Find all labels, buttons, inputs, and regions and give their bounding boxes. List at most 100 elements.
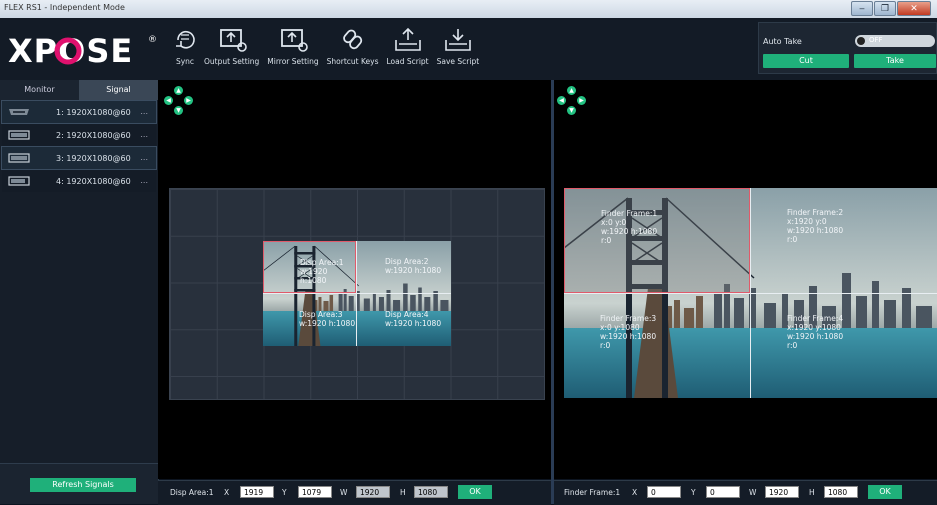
finder-frame-view[interactable]: ▲ ◀ ▶ ▼ Finder Frame:1 x:0 y:0 w:1920 h:…: [554, 80, 937, 479]
save-script-button[interactable]: Save Script: [433, 24, 484, 66]
shortcut-keys-label: Shortcut Keys: [326, 57, 379, 66]
tab-monitor[interactable]: Monitor: [0, 80, 79, 100]
w-label: W: [340, 488, 348, 497]
registered-mark: ®: [148, 35, 157, 45]
cut-button[interactable]: Cut: [763, 54, 849, 68]
disp-area-editor: Disp Area:1 X 1919 Y 1079 W 1920 H 1080 …: [158, 480, 551, 505]
save-script-label: Save Script: [436, 57, 480, 66]
finder-x-input[interactable]: 0: [647, 486, 681, 498]
minimize-button[interactable]: ‒: [851, 1, 873, 16]
take-button[interactable]: Take: [854, 54, 936, 68]
signal-more-button[interactable]: ...: [140, 153, 148, 162]
finder-h-input[interactable]: 1080: [824, 486, 858, 498]
mirror-setting-label: Mirror Setting: [267, 57, 319, 66]
link-icon: [342, 29, 362, 50]
finder-frame-cell[interactable]: Finder Frame:2 x:1920 y:0 w:1920 h:1080 …: [751, 188, 937, 293]
cell-divider: [564, 293, 937, 294]
toggle-knob: [857, 37, 865, 45]
signal-label: 1: 1920X1080@60: [56, 108, 131, 117]
arrow-right-icon[interactable]: ▶: [184, 96, 193, 105]
tab-signal[interactable]: Signal: [79, 80, 158, 100]
disp-area-label: Disp Area:1: [170, 488, 214, 497]
disp-area-cell[interactable]: Disp Area:4 w:1920 h:1080: [357, 294, 450, 346]
mirror-setting-icon: [281, 29, 308, 52]
xpose-logo: XPOSE ®: [8, 30, 158, 70]
disp-x-input[interactable]: 1919: [240, 486, 274, 498]
disp-area-cell[interactable]: Disp Area:3 w:1920 h:1080: [263, 294, 356, 346]
arrow-up-icon[interactable]: ▲: [174, 86, 183, 95]
finder-frame-title: Finder Frame:3: [600, 314, 657, 323]
disp-area-title: Disp Area:2: [385, 257, 429, 266]
signal-row[interactable]: 3: 1920X1080@60 ...: [1, 146, 157, 170]
finder-frame-cell[interactable]: Finder Frame:3 x:0 y:1080 w:1920 h:1080 …: [564, 294, 750, 399]
cell-divider: [263, 293, 451, 294]
close-button[interactable]: ✕: [897, 1, 931, 16]
y-label: Y: [282, 488, 287, 497]
signal-more-button[interactable]: ...: [140, 107, 148, 116]
auto-take-label: Auto Take: [763, 37, 802, 46]
finder-frame-title: Finder Frame:2: [787, 208, 844, 217]
finder-y-input[interactable]: 0: [706, 486, 740, 498]
output-setting-button[interactable]: Output Setting: [200, 24, 263, 66]
y-label: Y: [691, 488, 696, 497]
finder-frame-cell[interactable]: Finder Frame:4 x:1920 y:1080 w:1920 h:10…: [751, 294, 937, 399]
disp-area-size: w:1920 h:1080: [299, 319, 356, 328]
finder-frame-rotation: r:0: [601, 236, 612, 245]
arrow-left-icon[interactable]: ◀: [557, 96, 566, 105]
arrow-right-icon[interactable]: ▶: [577, 96, 586, 105]
signal-panel: Monitor Signal 1: 1920X1080@60 ... 2: 19…: [0, 80, 159, 504]
hdmi-icon: [9, 109, 29, 115]
displayport-icon: [8, 153, 30, 163]
shortcut-keys-button[interactable]: Shortcut Keys: [323, 24, 383, 66]
disp-ok-button[interactable]: OK: [458, 485, 492, 499]
signal-row[interactable]: 4: 1920X1080@60 ...: [2, 170, 156, 192]
disp-area-title: Disp Area:3: [299, 310, 343, 319]
disp-area-cell[interactable]: Disp Area:1 w:1920 h:1080: [263, 241, 356, 293]
refresh-signals-button[interactable]: Refresh Signals: [30, 478, 136, 492]
finder-frame-size: w:1920 h:1080: [787, 226, 844, 235]
pan-control[interactable]: ▲ ◀ ▶ ▼: [164, 86, 194, 116]
disp-area-title: Disp Area:1: [300, 258, 344, 267]
finder-frame-title: Finder Frame:4: [787, 314, 844, 323]
load-script-button[interactable]: Load Script: [382, 24, 432, 66]
disp-area-title: Disp Area:4: [385, 310, 429, 319]
save-script-icon: [445, 29, 471, 51]
disp-y-input[interactable]: 1079: [298, 486, 332, 498]
signal-row[interactable]: 2: 1920X1080@60 ...: [2, 124, 156, 146]
mirror-setting-button[interactable]: Mirror Setting: [263, 24, 322, 66]
window-title: FLEX RS1 - Independent Mode: [4, 3, 125, 12]
disp-h-input[interactable]: 1080: [414, 486, 448, 498]
disp-area-view[interactable]: ▲ ◀ ▶ ▼ Disp Area:1 w:1920 h:1080 Disp A…: [158, 80, 551, 479]
h-label: H: [400, 488, 406, 497]
finder-frame-pos: x:1920 y:1080: [787, 323, 841, 332]
disp-area-group[interactable]: Disp Area:1 w:1920 h:1080 Disp Area:2 w:…: [263, 241, 451, 346]
disp-area-cell[interactable]: Disp Area:2 w:1920 h:1080: [357, 241, 450, 293]
x-label: X: [224, 488, 230, 497]
output-canvas[interactable]: Disp Area:1 w:1920 h:1080 Disp Area:2 w:…: [169, 188, 545, 400]
sync-label: Sync: [175, 57, 195, 66]
output-setting-label: Output Setting: [204, 57, 260, 66]
signal-more-button[interactable]: ...: [140, 130, 148, 139]
arrow-left-icon[interactable]: ◀: [164, 96, 173, 105]
pan-control[interactable]: ▲ ◀ ▶ ▼: [557, 86, 587, 116]
finder-frame-pos: x:1920 y:0: [787, 217, 827, 226]
finder-frame-title: Finder Frame:1: [601, 209, 658, 218]
auto-take-toggle[interactable]: OFF: [855, 35, 935, 47]
disp-area-size: w:1920 h:1080: [385, 319, 442, 328]
signal-more-button[interactable]: ...: [140, 176, 148, 185]
finder-frame-editor: Finder Frame:1 X 0 Y 0 W 1920 H 1080 OK: [554, 480, 937, 505]
finder-w-input[interactable]: 1920: [765, 486, 799, 498]
arrow-up-icon[interactable]: ▲: [567, 86, 576, 95]
maximize-button[interactable]: ❐: [874, 1, 896, 16]
dvi-icon: [8, 176, 30, 186]
disp-w-input[interactable]: 1920: [356, 486, 390, 498]
sync-button[interactable]: Sync: [170, 24, 200, 66]
signal-row[interactable]: 1: 1920X1080@60 ...: [1, 100, 157, 124]
toggle-state: OFF: [869, 36, 883, 44]
finder-frame-rotation: r:0: [600, 341, 611, 350]
arrow-down-icon[interactable]: ▼: [567, 106, 576, 115]
finder-frame-cell[interactable]: Finder Frame:1 x:0 y:0 w:1920 h:1080 r:0: [564, 188, 750, 293]
finder-frame-group[interactable]: Finder Frame:1 x:0 y:0 w:1920 h:1080 r:0…: [564, 188, 937, 398]
arrow-down-icon[interactable]: ▼: [174, 106, 183, 115]
finder-ok-button[interactable]: OK: [868, 485, 902, 499]
